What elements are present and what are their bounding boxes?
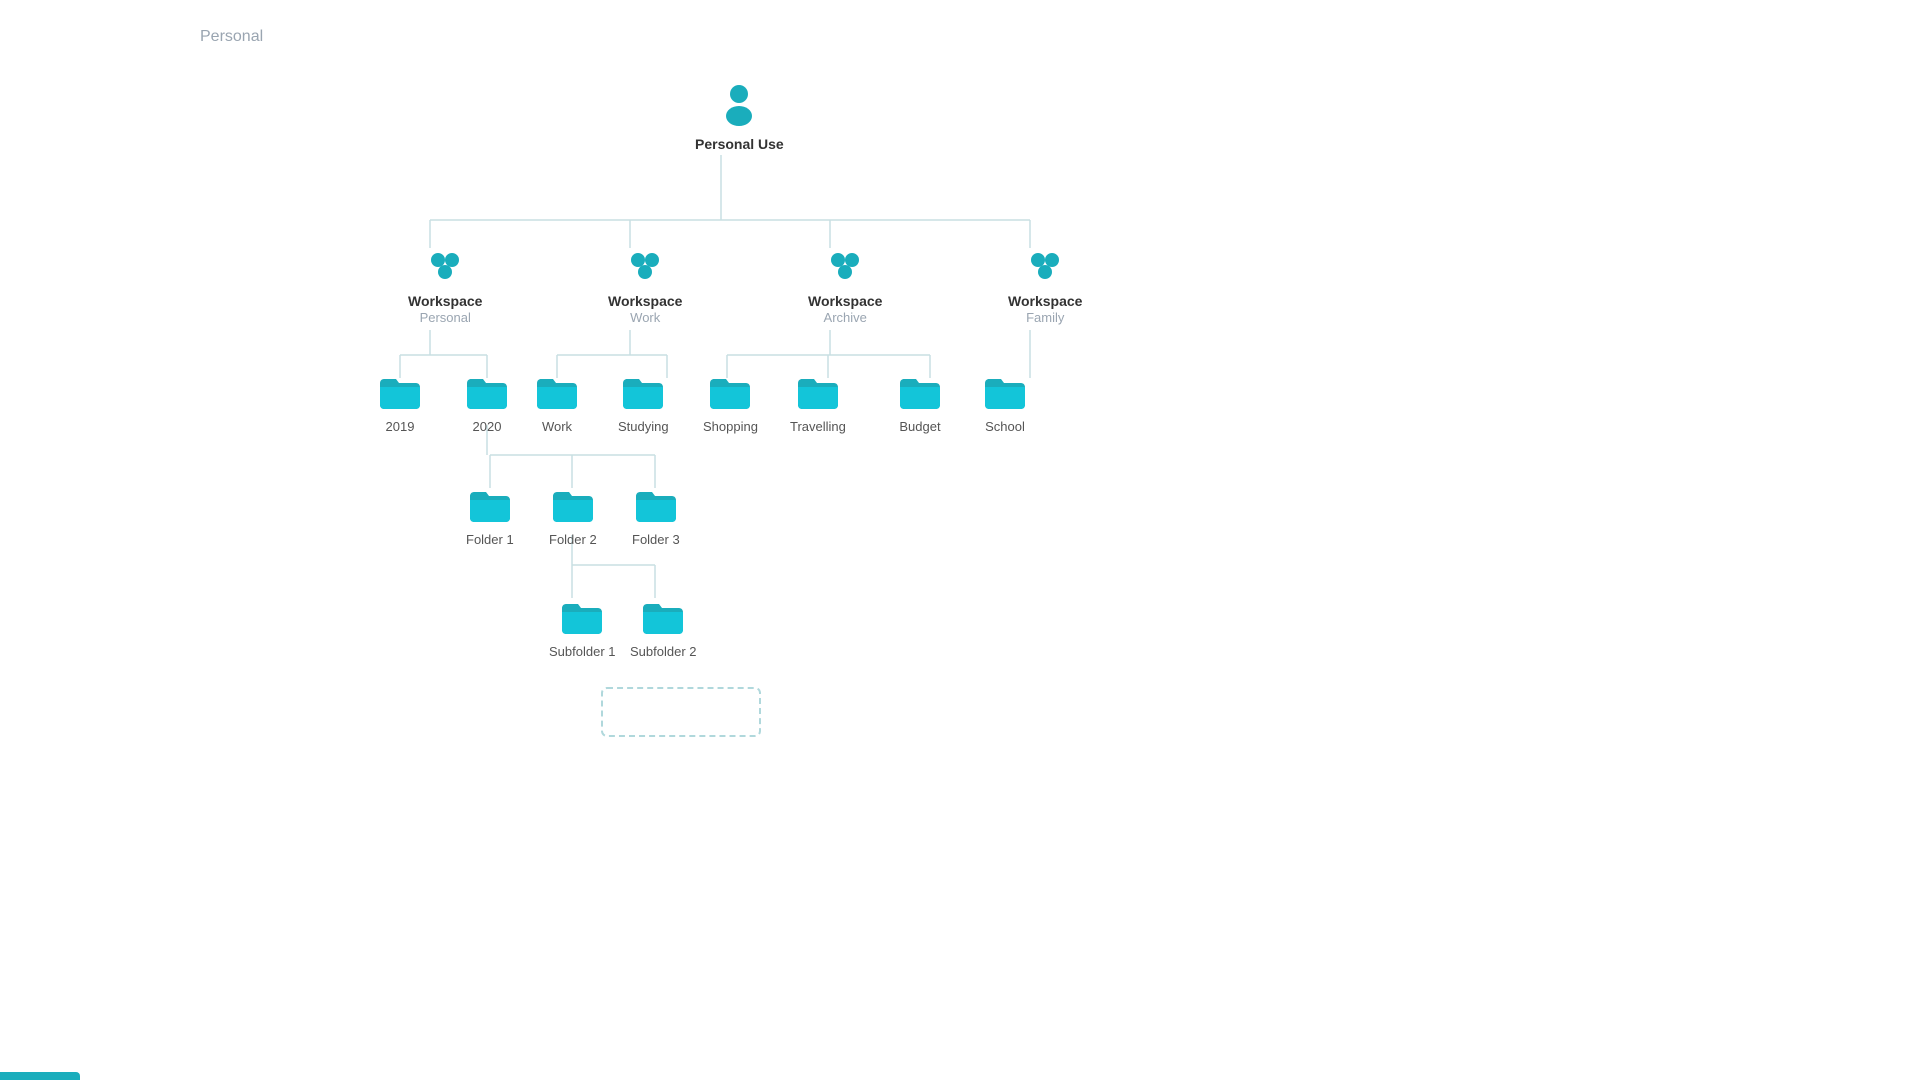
folder-2020[interactable]: 2020	[465, 375, 509, 434]
person-icon	[713, 78, 765, 130]
workspace-personal-label-sub: Personal	[420, 310, 471, 326]
root-label: Personal Use	[695, 136, 784, 153]
folder-school-label: School	[985, 419, 1025, 434]
bottom-accent-bar	[0, 1072, 80, 1080]
folder-3[interactable]: Folder 3	[632, 488, 680, 547]
subfolder-1-label: Subfolder 1	[549, 644, 616, 659]
folder-travelling-icon	[796, 375, 840, 411]
folder-work[interactable]: Work	[535, 375, 579, 434]
folder-2019-icon	[378, 375, 422, 411]
workspace-work-label-sub: Work	[630, 310, 660, 326]
folder-3-icon	[634, 488, 678, 524]
workspace-archive-node[interactable]: Workspace Archive	[808, 245, 882, 325]
folder-work-label: Work	[542, 419, 572, 434]
workspace-family-icon	[1023, 245, 1067, 289]
folder-budget[interactable]: Budget	[898, 375, 942, 434]
folder-travelling-label: Travelling	[790, 419, 846, 434]
root-node[interactable]: Personal Use	[695, 78, 784, 153]
workspace-work-node[interactable]: Workspace Work	[608, 245, 682, 325]
workspace-personal-label-top: Workspace	[408, 293, 482, 310]
folder-travelling[interactable]: Travelling	[790, 375, 846, 434]
folder-budget-icon	[898, 375, 942, 411]
folder-budget-label: Budget	[899, 419, 940, 434]
subfolder-1[interactable]: Subfolder 1	[549, 600, 616, 659]
workspace-work-label-top: Workspace	[608, 293, 682, 310]
folder-work-icon	[535, 375, 579, 411]
subfolder-2[interactable]: Subfolder 2	[630, 600, 697, 659]
add-placeholder[interactable]	[601, 687, 761, 737]
folder-2-label: Folder 2	[549, 532, 597, 547]
subfolder-2-icon	[641, 600, 685, 636]
workspace-family-label-top: Workspace	[1008, 293, 1082, 310]
workspace-work-icon	[623, 245, 667, 289]
workspace-personal-node[interactable]: Workspace Personal	[408, 245, 482, 325]
workspace-family-label-sub: Family	[1026, 310, 1064, 326]
folder-studying[interactable]: Studying	[618, 375, 669, 434]
folder-school-icon	[983, 375, 1027, 411]
folder-1-label: Folder 1	[466, 532, 514, 547]
folder-2020-label: 2020	[473, 419, 502, 434]
folder-3-label: Folder 3	[632, 532, 680, 547]
folder-1-icon	[468, 488, 512, 524]
workspace-family-node[interactable]: Workspace Family	[1008, 245, 1082, 325]
subfolder-2-label: Subfolder 2	[630, 644, 697, 659]
folder-school[interactable]: School	[983, 375, 1027, 434]
folder-2019-label: 2019	[386, 419, 415, 434]
folder-studying-icon	[621, 375, 665, 411]
workspace-archive-label-top: Workspace	[808, 293, 882, 310]
breadcrumb: Personal	[200, 28, 263, 46]
folder-shopping-icon	[708, 375, 752, 411]
subfolder-1-icon	[560, 600, 604, 636]
folder-2020-icon	[465, 375, 509, 411]
folder-shopping-label: Shopping	[703, 419, 758, 434]
folder-2[interactable]: Folder 2	[549, 488, 597, 547]
workspace-archive-label-sub: Archive	[824, 310, 867, 326]
folder-2019[interactable]: 2019	[378, 375, 422, 434]
folder-2-icon	[551, 488, 595, 524]
workspace-personal-icon	[423, 245, 467, 289]
workspace-archive-icon	[823, 245, 867, 289]
tree-lines	[0, 0, 1920, 1080]
folder-shopping[interactable]: Shopping	[703, 375, 758, 434]
folder-studying-label: Studying	[618, 419, 669, 434]
folder-1[interactable]: Folder 1	[466, 488, 514, 547]
